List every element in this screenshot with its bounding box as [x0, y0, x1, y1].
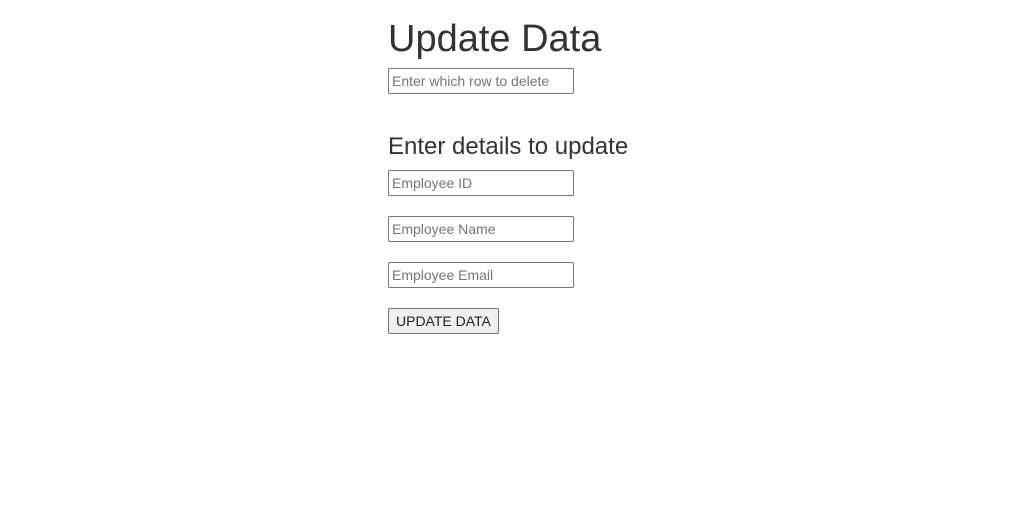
page: Update Data Enter details to update UPDA… — [0, 0, 1031, 508]
employee-id-field[interactable] — [388, 170, 574, 196]
update-data-button[interactable]: UPDATE DATA — [388, 308, 499, 334]
section-title: Enter details to update — [388, 133, 629, 160]
delete-row-input[interactable] — [388, 68, 574, 94]
employee-name-field[interactable] — [388, 216, 574, 242]
page-title: Update Data — [388, 18, 602, 60]
employee-email-field[interactable] — [388, 262, 574, 288]
